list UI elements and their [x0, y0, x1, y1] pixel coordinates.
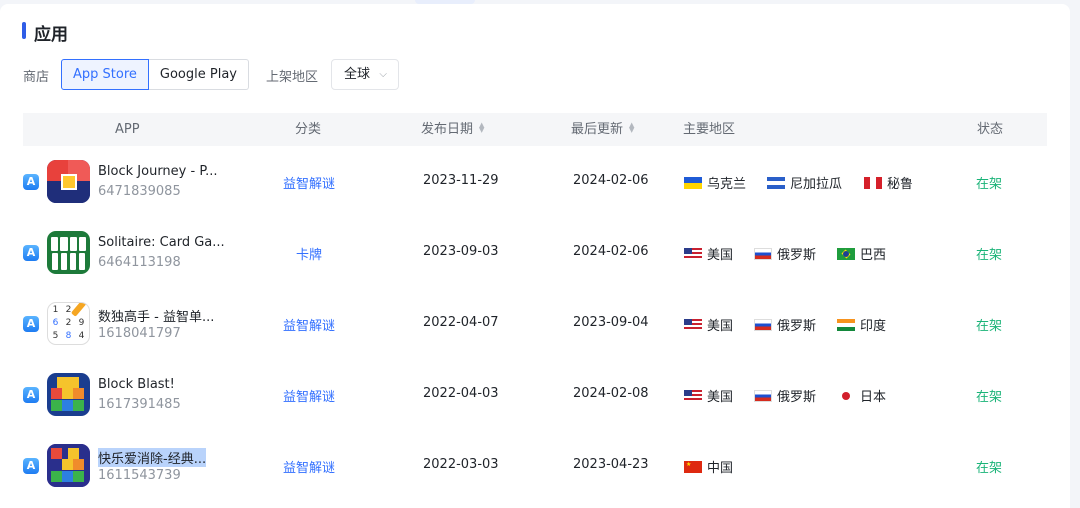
- app-category[interactable]: 益智解谜: [259, 386, 359, 405]
- release-date: 2022-03-03: [423, 457, 499, 472]
- region-select[interactable]: 全球 ⌵: [331, 59, 399, 90]
- release-date: 2023-09-03: [423, 244, 499, 259]
- app-store-icon: A: [23, 387, 39, 403]
- region-select-value: 全球: [344, 67, 371, 82]
- usa-flag-icon: [684, 390, 702, 402]
- brazil-flag-icon: [837, 248, 855, 260]
- sudoku-app-icon: 12 629 584: [47, 302, 90, 345]
- usa-flag-icon: [684, 248, 702, 260]
- block-blast-app-icon: [47, 373, 90, 416]
- app-store-icon: A: [23, 174, 39, 190]
- table-row[interactable]: A 快乐爱消除-经典... 1611543739 益智解谜 2022-03-03…: [23, 431, 1047, 502]
- region-item: 乌克兰: [684, 173, 746, 192]
- store-option-app-store[interactable]: App Store: [61, 59, 149, 90]
- app-id: 1618041797: [98, 326, 181, 341]
- app-category[interactable]: 益智解谜: [259, 457, 359, 476]
- status-badge: 在架: [976, 461, 1003, 476]
- region-filter-label: 上架地区: [266, 70, 319, 85]
- table-row[interactable]: A 12 629 584 数独高手 - 益智单... 1618041797 益智…: [23, 289, 1047, 360]
- top-tab-indicator: [415, 0, 475, 4]
- table-header: APP 分类 发布日期 ▲ ▼ 最后更新 ▲ ▼ 主要地区 状态: [23, 113, 1047, 146]
- app-store-icon: A: [23, 316, 39, 332]
- app-id: 1611543739: [98, 468, 181, 483]
- happy-elimination-app-icon: [47, 444, 90, 487]
- china-flag-icon: ★: [684, 461, 702, 473]
- status-badge: 在架: [976, 248, 1003, 263]
- table-row[interactable]: A Block Blast! 1617391485 益智解谜 2022-04-0…: [23, 360, 1047, 431]
- app-store-icon: A: [23, 458, 39, 474]
- region-item: 巴西: [837, 244, 886, 263]
- solitaire-app-icon: [47, 231, 90, 274]
- app-id: 6471839085: [98, 184, 181, 199]
- nicaragua-flag-icon: [767, 177, 785, 189]
- app-name[interactable]: 数独高手 - 益智单...: [98, 306, 214, 325]
- store-filter-label: 商店: [23, 70, 50, 85]
- header-app: APP: [115, 122, 140, 137]
- app-category[interactable]: 益智解谜: [259, 173, 359, 192]
- header-status: 状态: [977, 122, 1004, 137]
- app-category[interactable]: 卡牌: [259, 244, 359, 263]
- table-row[interactable]: A Block Journey - P... 6471839085 益智解谜 2…: [23, 147, 1047, 218]
- status-badge: 在架: [976, 177, 1003, 192]
- section-title: 应用: [34, 25, 68, 45]
- sort-icon[interactable]: ▲ ▼: [629, 121, 634, 133]
- app-name[interactable]: Solitaire: Card Ga...: [98, 235, 225, 250]
- last-update-date: 2024-02-06: [573, 244, 649, 259]
- russia-flag-icon: [754, 390, 772, 402]
- region-item: 尼加拉瓜: [767, 173, 842, 192]
- region-item: 俄罗斯: [754, 386, 816, 405]
- region-item: 俄罗斯: [754, 315, 816, 334]
- russia-flag-icon: [754, 319, 772, 331]
- region-item: 美国: [684, 244, 733, 263]
- header-category: 分类: [295, 122, 322, 137]
- release-date: 2022-04-03: [423, 386, 499, 401]
- header-last-update[interactable]: 最后更新 ▲ ▼: [571, 113, 634, 146]
- header-release-date-label: 发布日期: [421, 122, 474, 137]
- region-item: 美国: [684, 315, 733, 334]
- sort-icon[interactable]: ▲ ▼: [479, 121, 484, 133]
- store-segmented-control: App Store Google Play: [61, 59, 249, 90]
- app-id: 6464113198: [98, 255, 181, 270]
- region-item: 秘鲁: [864, 173, 913, 192]
- last-update-date: 2024-02-06: [573, 173, 649, 188]
- last-update-date: 2024-02-08: [573, 386, 649, 401]
- block-journey-app-icon: [47, 160, 90, 203]
- region-item: ★ 中国: [684, 461, 734, 476]
- india-flag-icon: [837, 319, 855, 331]
- release-date: 2022-04-07: [423, 315, 499, 330]
- region-item: 印度: [837, 315, 886, 334]
- table-row[interactable]: A Solitaire: Card Ga... 6464113198 卡牌 20…: [23, 218, 1047, 289]
- usa-flag-icon: [684, 319, 702, 331]
- header-release-date[interactable]: 发布日期 ▲ ▼: [421, 113, 484, 146]
- title-accent-bar: [22, 22, 26, 39]
- last-update-date: 2023-04-23: [573, 457, 649, 472]
- app-name[interactable]: Block Blast!: [98, 377, 175, 392]
- chevron-down-icon: ⌵: [379, 69, 387, 80]
- app-store-icon: A: [23, 245, 39, 261]
- region-item: 日本: [837, 386, 886, 405]
- japan-flag-icon: [837, 390, 855, 402]
- header-main-regions: 主要地区: [683, 122, 736, 137]
- ukraine-flag-icon: [684, 177, 702, 189]
- peru-flag-icon: [864, 177, 882, 189]
- header-last-update-label: 最后更新: [571, 122, 624, 137]
- app-category[interactable]: 益智解谜: [259, 315, 359, 334]
- region-item: 美国: [684, 386, 733, 405]
- status-badge: 在架: [976, 319, 1003, 334]
- russia-flag-icon: [754, 248, 772, 260]
- release-date: 2023-11-29: [423, 173, 499, 188]
- region-item: 俄罗斯: [754, 244, 816, 263]
- status-badge: 在架: [976, 390, 1003, 405]
- last-update-date: 2023-09-04: [573, 315, 649, 330]
- app-name[interactable]: Block Journey - P...: [98, 164, 218, 179]
- store-option-google-play[interactable]: Google Play: [148, 59, 249, 90]
- app-id: 1617391485: [98, 397, 181, 412]
- app-name[interactable]: 快乐爱消除-经典...: [98, 448, 207, 467]
